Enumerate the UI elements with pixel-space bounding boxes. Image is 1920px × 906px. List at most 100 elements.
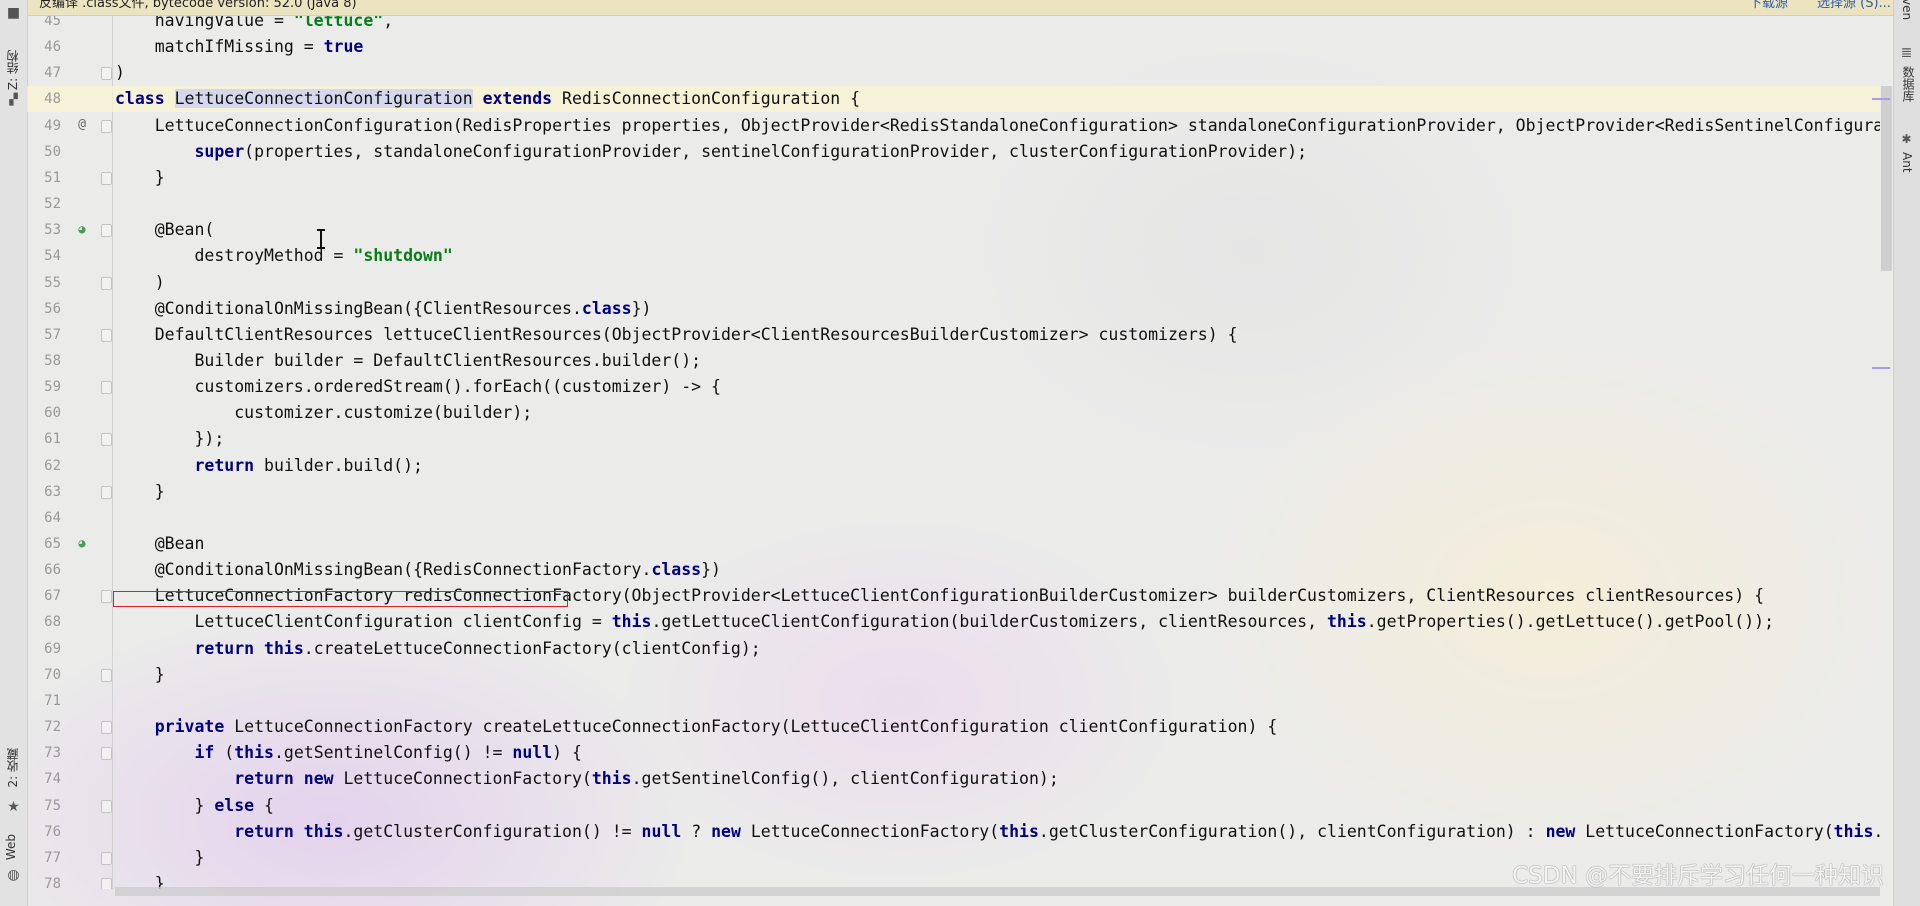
code-editor[interactable]: 45 havingValue = "lettuce", 46 matchIfMis… <box>27 16 1880 889</box>
code-line[interactable]: 49 @ LettuceConnectionConfiguration(Redis… <box>27 113 1880 139</box>
fold-marker-icon[interactable] <box>101 433 112 447</box>
code-line[interactable]: 53 ◕ @Bean( <box>27 217 1880 243</box>
fold-marker-icon[interactable] <box>101 381 112 395</box>
code-line[interactable]: 45 havingValue = "lettuce", <box>27 16 1880 34</box>
fold-marker-icon[interactable] <box>101 224 112 238</box>
line-number[interactable]: 56 <box>27 296 61 322</box>
line-number[interactable]: 54 <box>27 243 61 269</box>
line-number[interactable]: 70 <box>27 662 61 688</box>
code-line[interactable]: 61 }); <box>27 426 1880 452</box>
fold-marker-icon[interactable] <box>101 799 112 813</box>
line-number[interactable]: 51 <box>27 165 61 191</box>
line-number[interactable]: 69 <box>27 636 61 662</box>
structure-tool-tab[interactable]: Z: 结构 <box>4 50 21 90</box>
code-line[interactable]: 76 return this.getClusterConfiguration()… <box>27 819 1880 845</box>
folder-icon[interactable]: ■ <box>6 6 21 21</box>
fold-marker-icon[interactable] <box>101 328 112 342</box>
line-number[interactable]: 58 <box>27 348 61 374</box>
code-line[interactable]: 62 return builder.build(); <box>27 453 1880 479</box>
fold-marker-icon[interactable] <box>101 851 112 865</box>
choose-sources-link[interactable]: 选择源 (S)... <box>1817 0 1891 11</box>
bean-icon[interactable]: ◕ <box>74 535 90 551</box>
line-number[interactable]: 47 <box>27 60 61 86</box>
code-line[interactable]: 47) <box>27 60 1880 86</box>
fold-marker-icon[interactable] <box>101 67 112 81</box>
ant-tool-tab[interactable]: Ant <box>1900 152 1914 173</box>
line-number[interactable]: 67 <box>27 583 61 609</box>
code-line[interactable]: 56 @ConditionalOnMissingBean({ClientReso… <box>27 296 1880 322</box>
bean-icon[interactable]: ◕ <box>74 221 90 237</box>
scroll-marker <box>1872 367 1890 369</box>
code-line[interactable]: 74 return new LettuceConnectionFactory(t… <box>27 766 1880 792</box>
code-line[interactable]: 65 ◕ @Bean <box>27 531 1880 557</box>
line-number[interactable]: 46 <box>27 34 61 60</box>
line-number[interactable]: 55 <box>27 270 61 296</box>
code-line[interactable]: 60 customizer.customize(builder); <box>27 400 1880 426</box>
line-number[interactable]: 49 <box>27 113 61 139</box>
highlight-box <box>113 591 568 607</box>
line-number[interactable]: 52 <box>27 191 61 217</box>
line-number[interactable]: 53 <box>27 217 61 243</box>
code-line[interactable]: 66 @ConditionalOnMissingBean({RedisConne… <box>27 557 1880 583</box>
fold-marker-icon[interactable] <box>101 747 112 761</box>
fold-marker-icon[interactable] <box>101 171 112 185</box>
line-number[interactable]: 61 <box>27 426 61 452</box>
code-line[interactable]: 69 return this.createLettuceConnectionFa… <box>27 636 1880 662</box>
code-line[interactable]: 71 <box>27 688 1880 714</box>
line-number[interactable]: 75 <box>27 793 61 819</box>
maven-tool-tab[interactable]: ven <box>1900 0 1914 20</box>
line-number[interactable]: 62 <box>27 453 61 479</box>
database-tool-tab[interactable]: 数据库 <box>1900 66 1917 102</box>
at-sign-icon[interactable]: @ <box>74 117 90 133</box>
code-token: RedisConnectionConfiguration { <box>552 89 861 109</box>
code-line[interactable]: 63 } <box>27 479 1880 505</box>
fold-marker-icon[interactable] <box>101 119 112 133</box>
line-number[interactable]: 60 <box>27 400 61 426</box>
vertical-scrollbar[interactable] <box>1881 86 1892 271</box>
line-number[interactable]: 59 <box>27 374 61 400</box>
code-line[interactable]: 52 <box>27 191 1880 217</box>
keyword-token: extends <box>482 89 553 109</box>
line-number[interactable]: 57 <box>27 322 61 348</box>
code-line[interactable]: 58 Builder builder = DefaultClientResour… <box>27 348 1880 374</box>
line-number[interactable]: 68 <box>27 609 61 635</box>
line-number[interactable]: 63 <box>27 479 61 505</box>
code-line[interactable]: 55 ) <box>27 270 1880 296</box>
code-line[interactable]: 72 private LettuceConnectionFactory crea… <box>27 714 1880 740</box>
line-number[interactable]: 72 <box>27 714 61 740</box>
line-number[interactable]: 65 <box>27 531 61 557</box>
fold-marker-icon[interactable] <box>101 590 112 604</box>
code-line[interactable]: 70 } <box>27 662 1880 688</box>
line-number[interactable]: 74 <box>27 766 61 792</box>
line-number[interactable]: 71 <box>27 688 61 714</box>
code-line[interactable]: 51 } <box>27 165 1880 191</box>
keyword-token: else <box>214 795 255 815</box>
line-number[interactable]: 48 <box>27 86 61 112</box>
fold-marker-icon[interactable] <box>101 485 112 499</box>
fold-marker-icon[interactable] <box>101 668 112 682</box>
code-line[interactable]: 68 LettuceClientConfiguration clientConf… <box>27 609 1880 635</box>
line-number[interactable]: 50 <box>27 139 61 165</box>
favorites-tool-tab[interactable]: 2: 收藏 <box>4 748 21 788</box>
line-number[interactable]: 73 <box>27 740 61 766</box>
code-line[interactable]: 73 if (this.getSentinelConfig() != null)… <box>27 740 1880 766</box>
download-sources-link[interactable]: 下载源 <box>1749 0 1788 11</box>
code-line[interactable]: 48 class LettuceConnectionConfiguration e… <box>27 86 1880 113</box>
code-line[interactable]: 54 destroyMethod = "shutdown" <box>27 243 1880 269</box>
code-line[interactable]: 46 matchIfMissing = true <box>27 34 1880 60</box>
line-number[interactable]: 76 <box>27 819 61 845</box>
line-number[interactable]: 45 <box>27 16 61 34</box>
code-line[interactable]: 50 super(properties, standaloneConfigura… <box>27 139 1880 165</box>
code-line[interactable]: 57 DefaultClientResources lettuceClientR… <box>27 322 1880 348</box>
code-line[interactable]: 75 } else { <box>27 793 1880 819</box>
fold-marker-icon[interactable] <box>101 877 112 889</box>
line-number[interactable]: 64 <box>27 505 61 531</box>
fold-marker-icon[interactable] <box>101 276 112 290</box>
code-line[interactable]: 64 <box>27 505 1880 531</box>
fold-marker-icon[interactable] <box>101 721 112 735</box>
line-number[interactable]: 77 <box>27 845 61 871</box>
web-tool-tab[interactable]: Web <box>4 834 18 860</box>
line-number[interactable]: 66 <box>27 557 61 583</box>
line-number[interactable]: 78 <box>27 871 61 889</box>
code-line[interactable]: 59 customizers.orderedStream().forEach((… <box>27 374 1880 400</box>
